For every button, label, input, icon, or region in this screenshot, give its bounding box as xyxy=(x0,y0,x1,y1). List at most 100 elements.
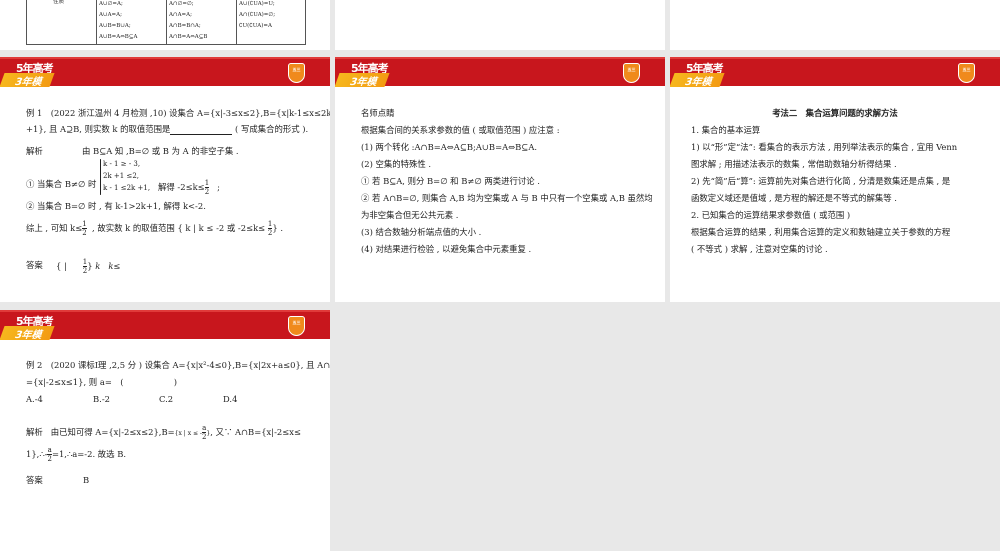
cell: A∩(∁UA)=∅; xyxy=(239,12,276,18)
logo-bottom: 3年模拟 xyxy=(0,73,55,103)
answer-value: { | 1 2} k k≤ xyxy=(56,258,121,275)
summary-line: 综上 , 可知 k≤ 1 2 , 故实数 k 的取值范围 { k | k ≤ -2 … xyxy=(26,220,283,237)
cell: A∩A=A; xyxy=(169,12,192,18)
analysis-text: , 又∵ A∩B={x|-2≤x≤ xyxy=(210,427,302,437)
brand-logo: 5年高考 3年模拟 xyxy=(0,60,58,103)
badge-icon: 五三 xyxy=(623,63,640,83)
denominator: 2 xyxy=(267,229,273,237)
question-line-2: +1}, 且 A⊇B, 则实数 k 的取值范围是 ( 写成集合的形式 ). xyxy=(26,124,308,135)
cell: A∩B=A⇔A⊆B xyxy=(169,34,208,40)
tip-line: (4) 对结果进行检验 , 以避免集合中元素重复 . xyxy=(361,244,532,254)
denominator: 2 xyxy=(82,267,88,275)
method-line: 2. 已知集合的运算结果求参数值 ( 或范围 ) xyxy=(691,210,851,220)
answer-k: k xyxy=(95,261,101,271)
slide-thumbnail-3[interactable] xyxy=(670,0,1000,50)
numerator: 1 xyxy=(267,220,273,229)
logo-bottom: 3年模拟 xyxy=(0,326,55,356)
fraction-half: 12 xyxy=(82,258,88,275)
section-title: 考法二 集合运算问题的求解方法 xyxy=(772,108,898,118)
case-2-line: ② 当集合 B=∅ 时 , 有 k-1>2k+1, 解得 k<-2. xyxy=(26,201,206,211)
tip-line: ① 若 B⊆A, 则分 B=∅ 和 B≠∅ 两类进行讨论 . xyxy=(361,176,540,186)
brand-logo: 5年高考 3年模拟 xyxy=(0,313,58,356)
logo-bottom: 3年模拟 xyxy=(335,73,390,103)
tip-line: (3) 结合数轴分析端点值的大小 . xyxy=(361,227,482,237)
case-1-result: 解得 -2≤k≤ 1 2 ; xyxy=(158,179,220,196)
option-d: D.4 xyxy=(223,394,238,404)
fraction-half: 12 xyxy=(267,220,273,237)
slide-thumbnail-1[interactable]: 性质 A∪∅=A; A∪A=A; A∪B=B∪A; A∪B=A⇔B⊆A A∩∅=… xyxy=(0,0,330,50)
answer-label: 答案 xyxy=(26,260,43,270)
cell: A∪A=A; xyxy=(99,12,122,18)
answer-label: 答案 xyxy=(26,475,43,485)
cell: ∁U(∁UA)=A xyxy=(239,23,272,29)
numerator: 1 xyxy=(82,220,87,229)
analysis-line-2: 1},∴- a 2 =1,∴a=-2. 故选 B. xyxy=(26,446,126,463)
denominator: 2 xyxy=(82,229,87,237)
cell: A∪∅=A; xyxy=(99,1,123,7)
slide-thumbnail-4[interactable]: 5年高考 3年模拟 五三 例 1 (2022 浙江温州 4 月检测 ,10) 设集… xyxy=(0,57,330,302)
tip-line: (1) 两个转化 :A∩B=A⇔A⊆B;A∪B=A⇔B⊆A. xyxy=(361,142,538,152)
cell: A∪B=B∪A; xyxy=(99,23,131,29)
fraction-half: 12 xyxy=(204,179,210,196)
denominator: 2 xyxy=(204,188,210,196)
method-line: 图求解 ; 用描述法表示的数集 , 常借助数轴分析得结果 . xyxy=(691,159,897,169)
answer-value: B xyxy=(83,475,90,485)
answer-blank xyxy=(170,126,233,135)
slide-thumbnail-7[interactable]: 5年高考 3年模拟 五三 例 2 (2020 课标Ⅰ理 ,2,5 分 ) 设集合 … xyxy=(0,310,330,551)
method-line: 1) 以“形”定“法”: 看集合的表示方法 , 用列举法表示的集合 , 宜用 V… xyxy=(691,142,958,152)
cell: A∩∅=∅; xyxy=(169,1,194,7)
slide-thumbnail-6[interactable]: 5年高考 3年模拟 五三 考法二 集合运算问题的求解方法 1. 集合的基本运算 1… xyxy=(670,57,1000,302)
tip-line: 为非空集合但无公共元素 . xyxy=(361,210,459,220)
tip-line: (2) 空集的特殊性 . xyxy=(361,159,432,169)
semicolon: ; xyxy=(217,182,220,192)
inequality: 2k +1 ≤2, xyxy=(103,172,140,180)
numerator: 1 xyxy=(82,258,88,267)
case-1-label: ① 当集合 B≠∅ 时 xyxy=(26,179,97,189)
brand-logo: 5年高考 3年模拟 xyxy=(670,60,728,103)
slide-thumbnail-2[interactable] xyxy=(335,0,665,50)
cell: A∪B=A⇔B⊆A xyxy=(99,34,138,40)
badge-icon: 五三 xyxy=(288,316,305,336)
analysis-line-1: 解析 由已知可得 A={x|-2≤x≤2},B={x | x ≤ - a 2}, 又… xyxy=(26,424,302,441)
row-label: 性质 xyxy=(53,0,65,5)
method-line: 1. 集合的基本运算 xyxy=(691,125,761,135)
properties-table: 性质 A∪∅=A; A∪A=A; A∪B=B∪A; A∪B=A⇔B⊆A A∩∅=… xyxy=(26,0,306,45)
analysis-text: 1},∴- xyxy=(26,449,48,459)
option-a: A.-4 xyxy=(26,394,43,404)
summary-text: 综上 , 可知 k≤ xyxy=(26,223,83,233)
cell: A∪(∁UA)=U; xyxy=(239,1,275,7)
question-line-2: ={x|-2≤x≤1}, 则 a= ( ) xyxy=(26,377,177,387)
period: . xyxy=(280,223,283,233)
case-1-text: 解得 -2≤k≤ xyxy=(158,182,205,192)
analysis-label: 解析 xyxy=(26,146,43,156)
method-line: 函数定义域还是值域 , 是方程的解还是不等式的解集等 . xyxy=(691,193,897,203)
fraction-half: 12 xyxy=(82,220,87,237)
union-column: A∪∅=A; A∪A=A; A∪B=B∪A; A∪B=A⇔B⊆A xyxy=(96,0,166,44)
analysis-text: =1,∴a=-2. 故选 B. xyxy=(51,449,127,459)
cell: A∩B=B∩A; xyxy=(169,23,201,29)
analysis-label: 解析 xyxy=(26,427,43,437)
option-c: C.2 xyxy=(159,394,174,404)
badge-icon: 五三 xyxy=(958,63,975,83)
analysis-text: 由已知可得 A={x|-2≤x≤2},B= xyxy=(50,427,175,437)
complement-column: A∪(∁UA)=U; A∩(∁UA)=∅; ∁U(∁UA)=A xyxy=(236,0,306,44)
question-text: +1}, 且 A⊇B, 则实数 k 的取值范围是 xyxy=(26,124,171,134)
summary-text: , 故实数 k 的取值范围 xyxy=(92,223,175,233)
logo-bottom: 3年模拟 xyxy=(670,73,725,103)
method-line: 2) 先“简”后“算”: 运算前先对集合进行化简 , 分清是数集还是点集 , 是 xyxy=(691,176,951,186)
analysis-line-1: 由 B⊆A 知 ,B=∅ 或 B 为 A 的非空子集 . xyxy=(82,146,239,156)
tip-line: 根据集合间的关系求参数的值 ( 或取值范围 ) 应注意 : xyxy=(361,125,560,135)
question-hint: ( 写成集合的形式 ). xyxy=(232,124,309,134)
set-builder: x | x ≤ - xyxy=(178,430,202,437)
slide-thumbnail-5[interactable]: 5年高考 3年模拟 五三 名师点睛 根据集合间的关系求参数的值 ( 或取值范围 )… xyxy=(335,57,665,302)
question-line-1: 例 1 (2022 浙江温州 4 月检测 ,10) 设集合 A={x|-3≤x≤… xyxy=(26,108,330,118)
numerator: 1 xyxy=(204,179,210,188)
option-b: B.-2 xyxy=(93,394,110,404)
system-brace xyxy=(100,159,101,195)
question-line-1: 例 2 (2020 课标Ⅰ理 ,2,5 分 ) 设集合 A={x|x²-4≤0}… xyxy=(26,360,330,370)
intersection-column: A∩∅=∅; A∩A=A; A∩B=B∩A; A∩B=A⇔A⊆B xyxy=(166,0,236,44)
inequality-system: k - 1 ≥ - 3, 2k +1 ≤2, k - 1 ≤2k +1, xyxy=(103,158,150,194)
answer-k-le: k≤ xyxy=(108,261,121,271)
badge-icon: 五三 xyxy=(288,63,305,83)
brand-logo: 5年高考 3年模拟 xyxy=(335,60,393,103)
